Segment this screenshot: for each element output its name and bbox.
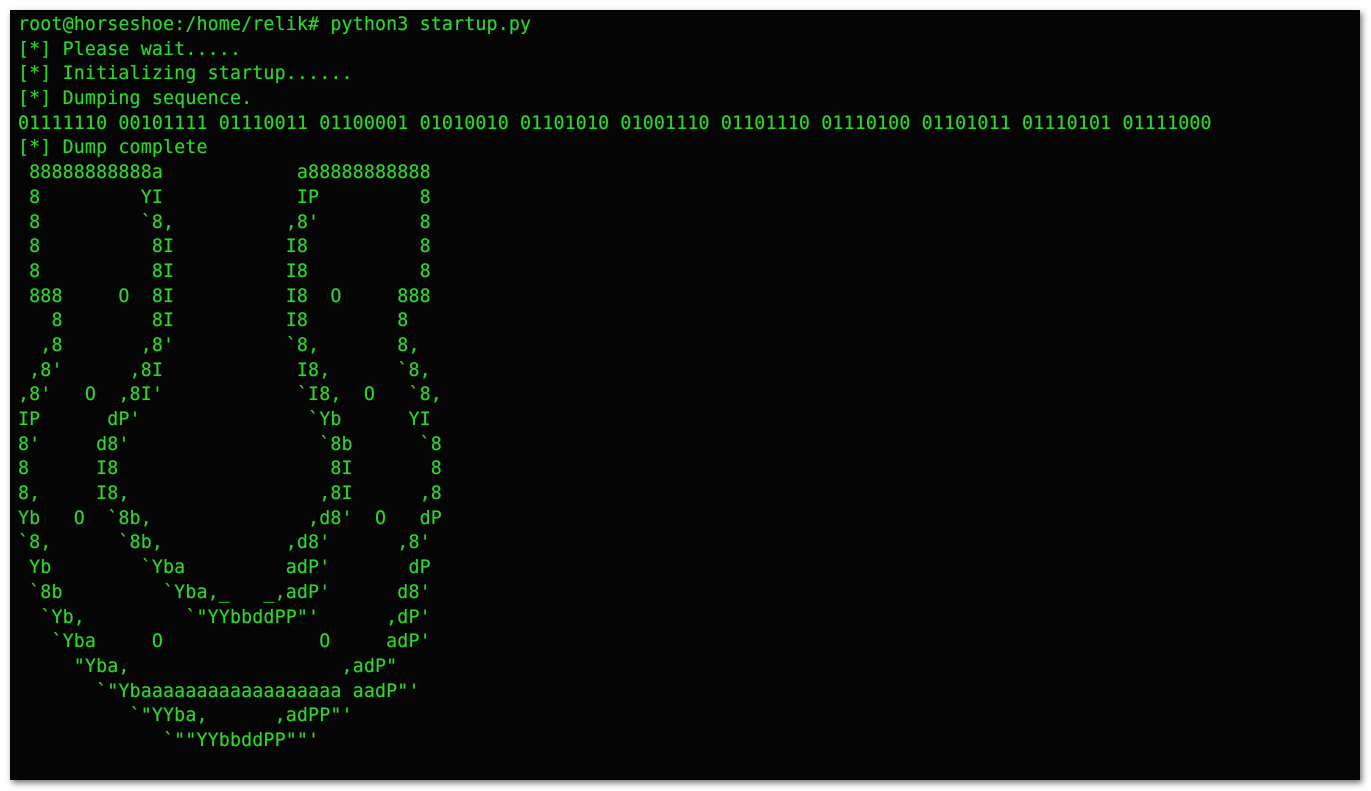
ascii-art-line: 8, I8, ,8I ,8 [18, 483, 442, 505]
dump-complete-line: [*] Dump complete [18, 137, 208, 159]
ascii-art-line: 8 8I I8 8 [18, 260, 431, 282]
ascii-art-line: `"YYba, ,adPP"' [18, 705, 353, 727]
ascii-art-line: Yb `Yba adP' dP [18, 557, 431, 579]
terminal-window: root@horseshoe:/home/relik# python3 star… [10, 10, 1360, 780]
status-line-initializing: [*] Initializing startup...... [18, 63, 353, 85]
ascii-art-line: 8 8I I8 8 [18, 310, 409, 332]
status-line-please-wait: [*] Please wait..... [18, 38, 242, 60]
status-line-dumping: [*] Dumping sequence. [18, 88, 253, 110]
shell-command: python3 startup.py [330, 14, 532, 35]
ascii-art-line: 8' d8' `8b `8 [18, 433, 442, 455]
ascii-art-line: `8, `8b, ,d8' ,8' [18, 532, 431, 554]
ascii-art-line: Yb O `8b, ,d8' O dP [18, 507, 442, 529]
ascii-art-line: `""YYbbddPP""' [18, 729, 320, 751]
ascii-art-line: 88888888888a a88888888888 [18, 162, 431, 184]
ascii-art-line: "Yba, ,adP" [18, 655, 398, 677]
ascii-art-line: 888 O 8I I8 O 888 [18, 285, 431, 307]
ascii-art-line: ,8' O ,8I' `I8, O `8, [18, 384, 442, 406]
ascii-art-line: `8b `Yba,_ _,adP' d8' [18, 581, 431, 603]
command-line: root@horseshoe:/home/relik# python3 star… [18, 13, 1354, 38]
ascii-art-line: 8 8I I8 8 [18, 236, 431, 258]
ascii-art-line: `Yb, `"YYbbddPP"' ,dP' [18, 606, 431, 628]
ascii-art-line: `Yba O O adP' [18, 631, 431, 653]
ascii-art-line: ,8 ,8' `8, 8, [18, 334, 420, 356]
terminal-output[interactable]: root@horseshoe:/home/relik# python3 star… [18, 13, 1354, 775]
ascii-art-line: 8 `8, ,8' 8 [18, 211, 431, 233]
horseshoe-ascii-art: 88888888888a a88888888888 8 YI IP 8 8 `8… [18, 161, 1354, 754]
ascii-art-line: 8 YI IP 8 [18, 186, 431, 208]
ascii-art-line: 8 I8 8I 8 [18, 458, 442, 480]
ascii-art-line: `"Ybaaaaaaaaaaaaaaaaaa aadP"' [18, 680, 420, 702]
ascii-art-line: IP dP' `Yb YI [18, 409, 431, 430]
ascii-art-line: ,8' ,8I I8, `8, [18, 359, 431, 381]
shell-prompt: root@horseshoe:/home/relik# [18, 14, 320, 35]
binary-dump-line: 01111110 00101111 01110011 01100001 0101… [18, 112, 1212, 134]
